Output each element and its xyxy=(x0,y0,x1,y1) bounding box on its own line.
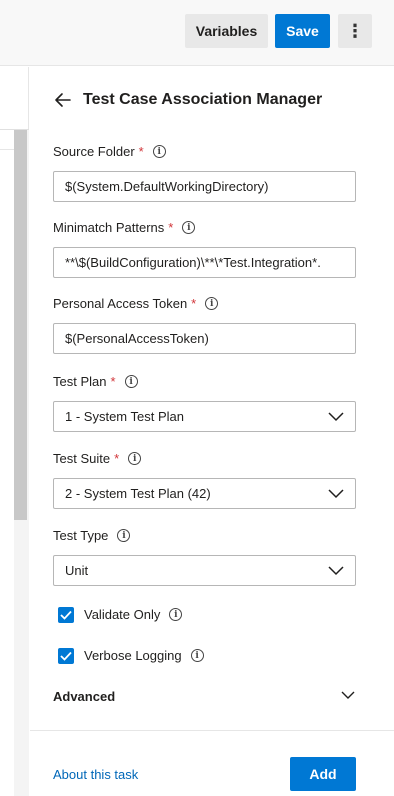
field-label: Test Suite xyxy=(53,451,111,466)
required-marker: * xyxy=(168,220,174,235)
pat-input[interactable]: $(PersonalAccessToken) xyxy=(53,323,356,354)
field-label: Test Type xyxy=(53,528,109,543)
pat-label: Personal Access Token * i xyxy=(53,296,219,311)
test-plan-select[interactable]: 1 - System Test Plan xyxy=(53,401,356,432)
test-suite-label: Test Suite * i xyxy=(53,451,142,466)
validate-only-label[interactable]: Validate Only i xyxy=(84,607,183,622)
variables-button[interactable]: Variables xyxy=(185,14,268,48)
source-folder-input[interactable]: $(System.DefaultWorkingDirectory) xyxy=(53,171,356,202)
test-suite-select[interactable]: 2 - System Test Plan (42) xyxy=(53,478,356,509)
field-value: $(System.DefaultWorkingDirectory) xyxy=(65,179,269,194)
selected-value: 2 - System Test Plan (42) xyxy=(65,486,211,501)
chevron-down-icon[interactable] xyxy=(341,691,355,700)
required-marker: * xyxy=(138,144,144,159)
pipeline-pane xyxy=(0,67,29,796)
info-circle-icon[interactable]: i xyxy=(190,649,204,662)
verbose-logging-checkbox[interactable] xyxy=(58,648,74,664)
divider xyxy=(0,149,14,150)
checkbox-label-text: Validate Only xyxy=(84,607,161,622)
field-label: Source Folder xyxy=(53,144,135,159)
chevron-down-icon xyxy=(328,411,344,421)
field-value: **\$(BuildConfiguration)\**\*Test.Integr… xyxy=(65,255,321,270)
validate-only-checkbox[interactable] xyxy=(58,607,74,623)
scrollbar-thumb[interactable] xyxy=(14,130,27,520)
checkmark-icon xyxy=(60,610,72,620)
advanced-section-toggle[interactable]: Advanced xyxy=(53,689,115,704)
verbose-logging-label[interactable]: Verbose Logging i xyxy=(84,648,204,663)
field-value: $(PersonalAccessToken) xyxy=(65,331,209,346)
minimatch-patterns-input[interactable]: **\$(BuildConfiguration)\**\*Test.Integr… xyxy=(53,247,356,278)
selected-value: 1 - System Test Plan xyxy=(65,409,184,424)
about-task-link[interactable]: About this task xyxy=(53,767,138,782)
checkmark-icon xyxy=(60,651,72,661)
minimatch-patterns-label: Minimatch Patterns * i xyxy=(53,220,196,235)
info-circle-icon[interactable]: i xyxy=(182,221,196,234)
test-type-select[interactable]: Unit xyxy=(53,555,356,586)
field-label: Test Plan xyxy=(53,374,107,389)
required-marker: * xyxy=(110,374,116,389)
selected-value: Unit xyxy=(65,563,89,578)
info-circle-icon[interactable]: i xyxy=(169,608,183,621)
info-circle-icon[interactable]: i xyxy=(117,529,131,542)
add-button[interactable]: Add xyxy=(290,757,356,791)
save-button[interactable]: Save xyxy=(275,14,330,48)
more-vertical-icon: ⋮ xyxy=(346,20,364,41)
top-toolbar: Variables Save ⋮ xyxy=(0,0,394,66)
info-circle-icon[interactable]: i xyxy=(128,452,142,465)
info-circle-icon[interactable]: i xyxy=(152,145,166,158)
test-type-label: Test Type i xyxy=(53,528,131,543)
info-circle-icon[interactable]: i xyxy=(205,297,219,310)
arrow-left-icon[interactable] xyxy=(52,89,74,111)
chevron-down-icon xyxy=(328,565,344,575)
info-circle-icon[interactable]: i xyxy=(124,375,138,388)
required-marker: * xyxy=(191,296,197,311)
field-label: Personal Access Token xyxy=(53,296,188,311)
divider xyxy=(30,730,394,731)
required-marker: * xyxy=(114,451,120,466)
source-folder-label: Source Folder * i xyxy=(53,144,166,159)
panel-title: Test Case Association Manager xyxy=(83,91,323,108)
checkbox-label-text: Verbose Logging xyxy=(84,648,182,663)
more-options-button[interactable]: ⋮ xyxy=(338,14,372,48)
test-plan-label: Test Plan * i xyxy=(53,374,138,389)
chevron-down-icon xyxy=(328,488,344,498)
field-label: Minimatch Patterns xyxy=(53,220,165,235)
